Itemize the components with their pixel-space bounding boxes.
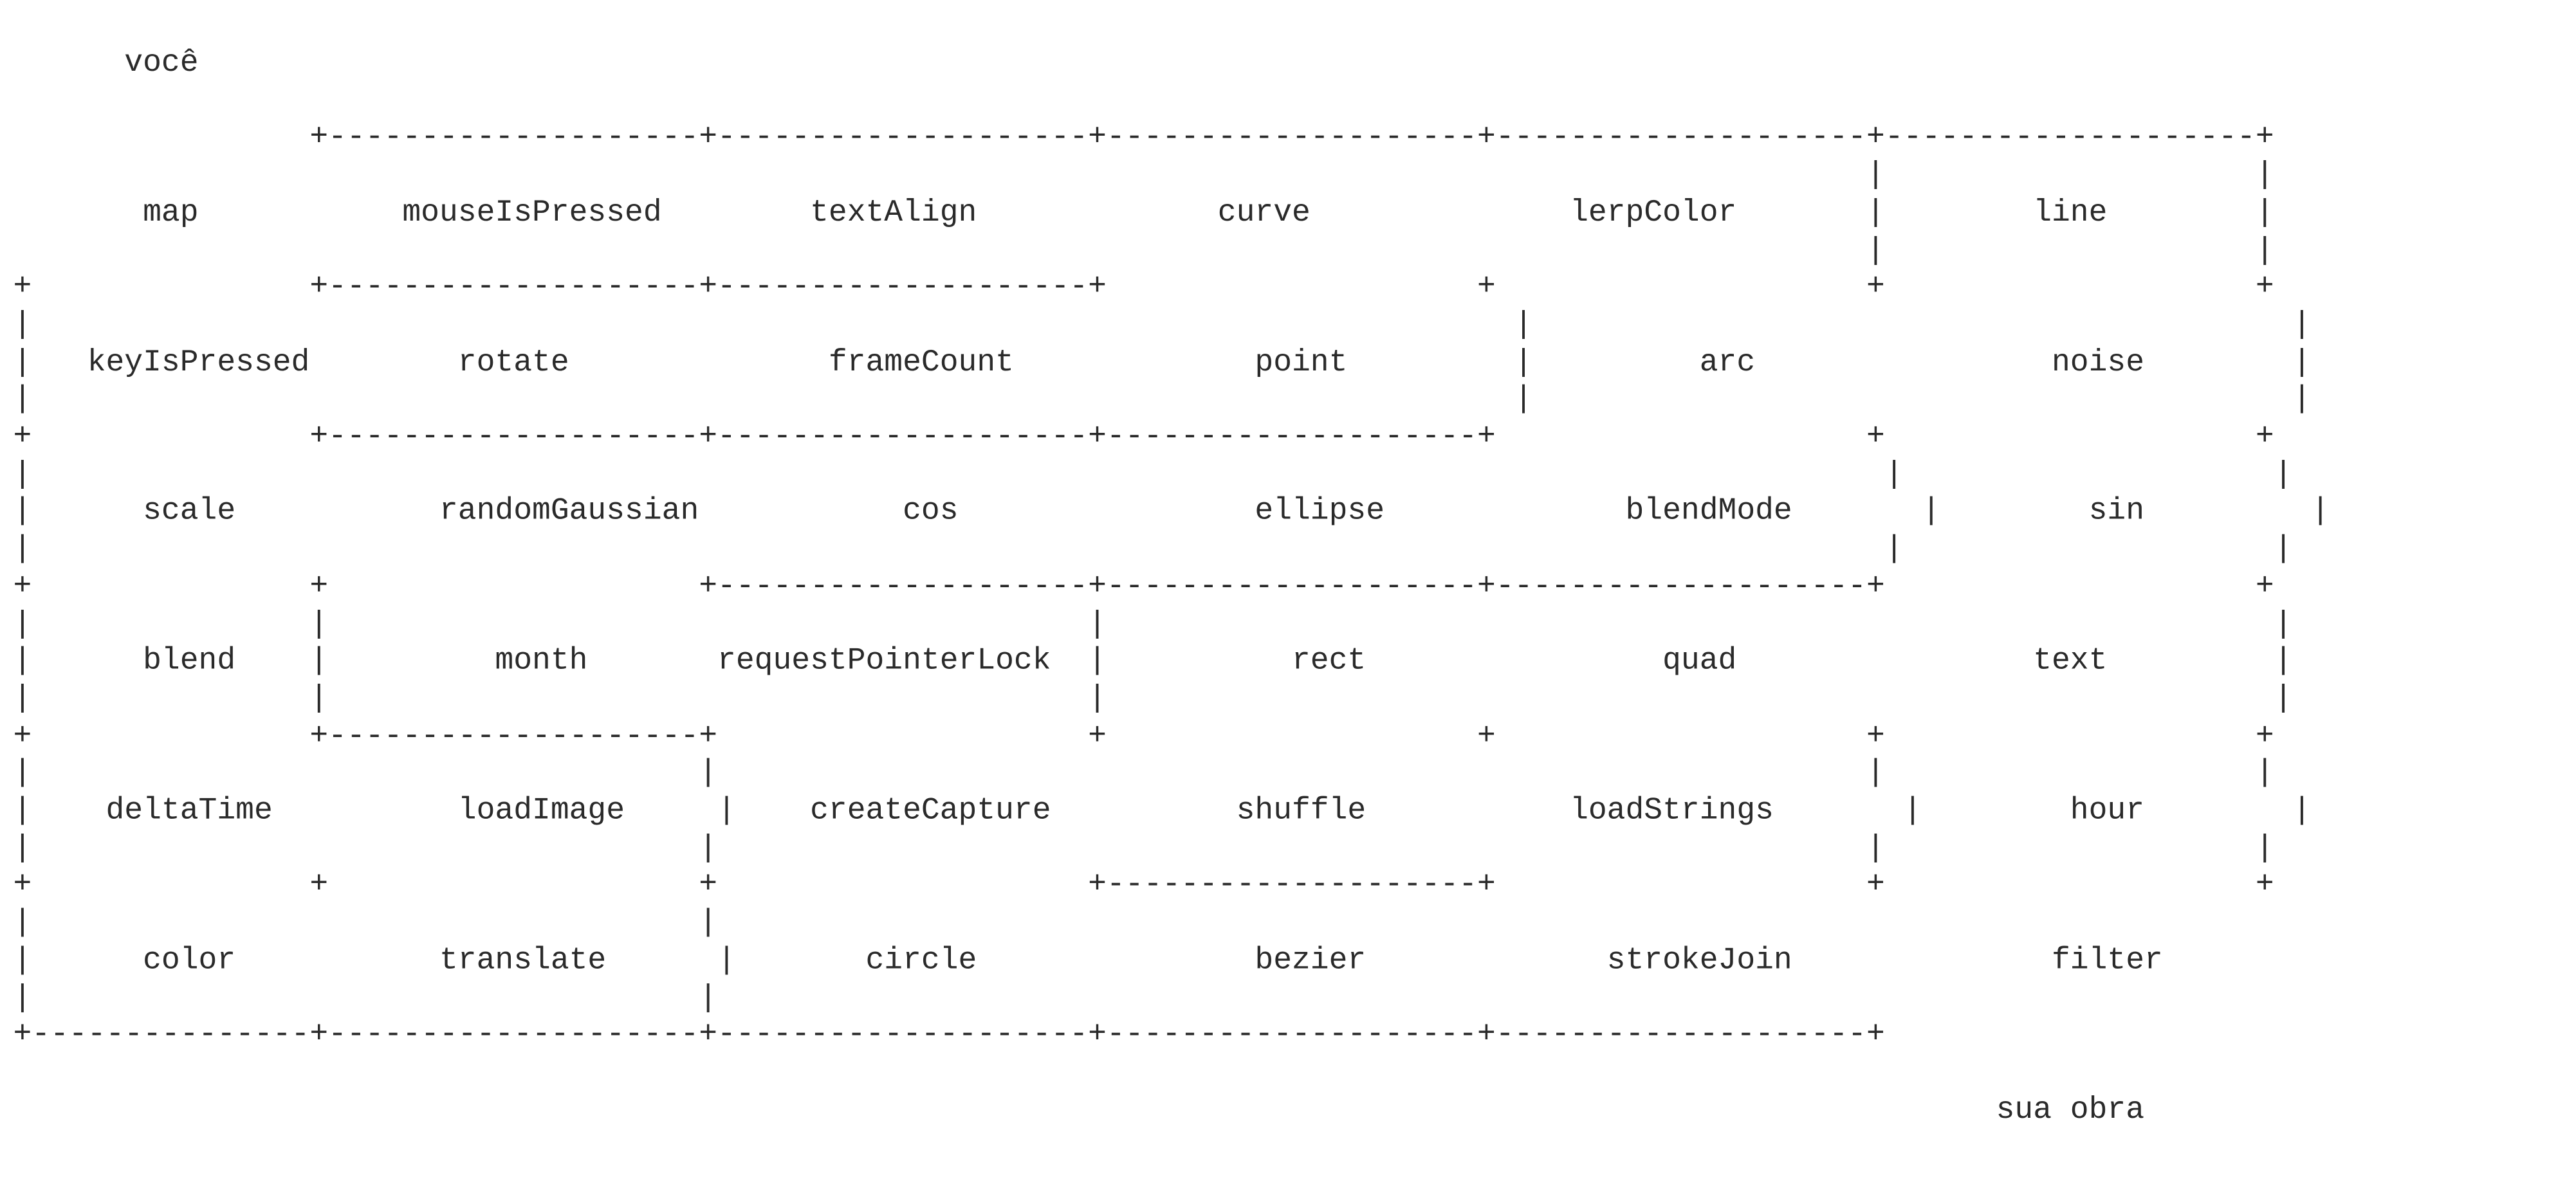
maze-line: você [13,44,199,81]
maze-line: + +--------------------+----------------… [13,268,2274,306]
maze-line: map mouseIsPressed textAlign curve lerpC… [13,194,2274,230]
maze-line: | scale randomGaussian cos ellipse blend… [13,493,2330,529]
maze-line: | keyIsPressed rotate frameCount point |… [13,343,2312,380]
maze-line: | | [13,979,2274,1016]
maze-line: | | | | [13,680,2293,716]
maze-line: | | | [13,381,2312,417]
maze-line: | | | | [13,754,2274,791]
maze-line: | | | | [13,605,2293,642]
maze-line: | color translate | circle bezier stroke… [13,942,2293,978]
maze-line: + +--------------------+ + + + + [13,717,2274,754]
ascii-maze: você +--------------------+-------------… [13,44,2330,1128]
maze-canvas: você +--------------------+-------------… [0,0,2576,1194]
maze-line: | | [13,231,2274,268]
maze-line: | | | [13,530,2293,567]
maze-line: | | | [13,455,2293,492]
maze-line: | | [13,904,2274,941]
maze-line: +---------------+--------------------+--… [13,1016,1885,1053]
maze-line: +--------------------+------------------… [13,119,2274,156]
maze-line: | | [13,156,2274,193]
maze-line: | blend | month requestPointerLock | rec… [13,643,2293,679]
maze-line: + +--------------------+----------------… [13,418,2274,455]
maze-line: | deltaTime loadImage | createCapture sh… [13,792,2312,828]
maze-line: + + + +--------------------+ + + [13,866,2274,904]
maze-line: + + +--------------------+--------------… [13,567,2274,605]
maze-line: | | | | [13,829,2274,866]
maze-line: sua obra [13,1091,2145,1127]
maze-line: | | | [13,306,2312,343]
